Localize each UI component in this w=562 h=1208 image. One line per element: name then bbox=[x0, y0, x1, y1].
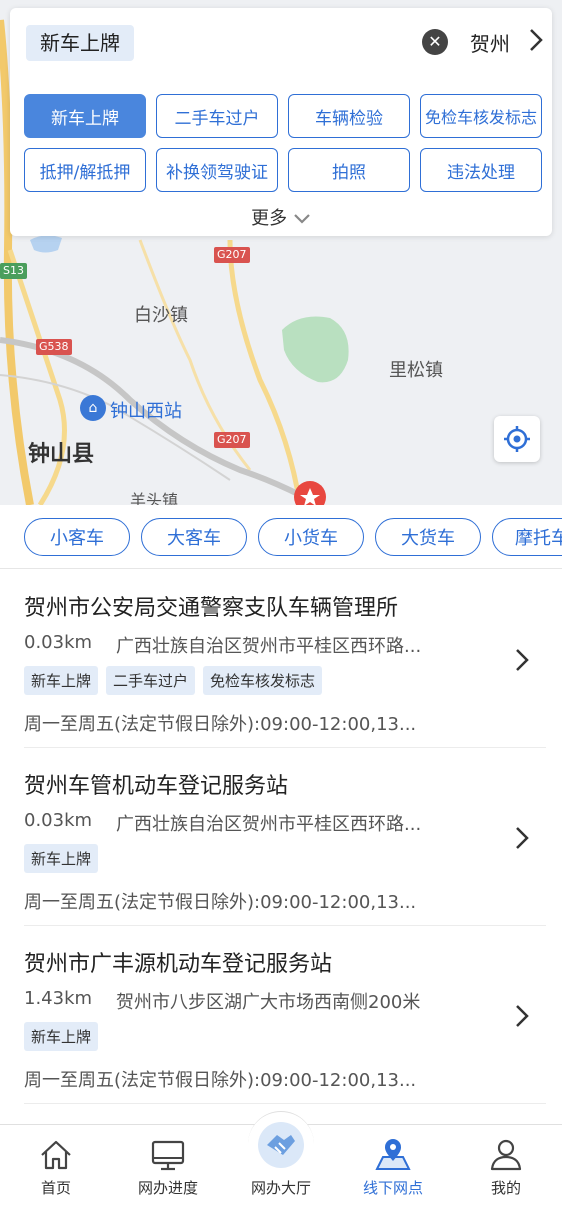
point-hours: 周一至周五(法定节假日除外):09:00-12:00,13... bbox=[24, 714, 417, 735]
list-item[interactable]: 贺州市广丰源机动车登记服务站 1.43km 贺州市八步区湖广大市场西南侧200米… bbox=[24, 926, 546, 1104]
list-item[interactable]: 贺州市公安局交通警察支队车辆管理所 0.03km 广西壮族自治区贺州市平桂区西环… bbox=[24, 570, 546, 748]
point-hours: 周一至周五(法定节假日除外):09:00-12:00,13... bbox=[24, 892, 417, 913]
service-button-photo[interactable]: 拍照 bbox=[288, 148, 410, 192]
point-tags: 新车上牌 bbox=[24, 1022, 99, 1051]
service-panel: 新车上牌 ✕ 贺州 新车上牌 二手车过户 车辆检验 免检车核发标志 抵押/解抵押… bbox=[10, 8, 552, 236]
service-tag: 二手车过户 bbox=[106, 666, 196, 695]
train-station-icon: ⌂ bbox=[80, 395, 106, 421]
point-name: 贺州市公安局交通警察支队车辆管理所 bbox=[24, 596, 399, 621]
monitor-icon bbox=[151, 1140, 185, 1171]
nav-label: 线下网点 bbox=[362, 1179, 423, 1197]
point-name: 贺州市广丰源机动车登记服务站 bbox=[24, 952, 333, 977]
nav-label: 网办大厅 bbox=[250, 1179, 311, 1197]
chip-large-truck[interactable]: 大货车 bbox=[375, 518, 481, 556]
point-name: 贺州车管机动车登记服务站 bbox=[24, 774, 289, 799]
point-distance: 0.03km bbox=[24, 632, 93, 653]
list-item[interactable]: 贺州车管机动车登记服务站 0.03km 广西壮族自治区贺州市平桂区西环路... … bbox=[24, 748, 546, 926]
nav-label: 网办进度 bbox=[137, 1179, 198, 1197]
service-tag: 免检车核发标志 bbox=[203, 666, 323, 695]
more-label: 更多 bbox=[251, 208, 288, 229]
road-badge-g207: G207 bbox=[214, 432, 250, 448]
service-tag: 新车上牌 bbox=[24, 1022, 99, 1051]
service-button-used-car-transfer[interactable]: 二手车过户 bbox=[156, 94, 278, 138]
point-tags: 新车上牌 bbox=[24, 844, 99, 873]
service-tag: 新车上牌 bbox=[24, 666, 99, 695]
chevron-right-icon bbox=[516, 649, 529, 671]
nav-progress[interactable]: 网办进度 bbox=[112, 1125, 224, 1208]
map-label-baisha: 白沙镇 bbox=[134, 305, 188, 326]
service-button-license-renewal[interactable]: 补换领驾驶证 bbox=[156, 148, 278, 192]
crosshair-icon bbox=[504, 426, 530, 452]
clear-icon[interactable]: ✕ bbox=[422, 29, 448, 55]
home-icon bbox=[41, 1140, 71, 1170]
road-badge-s13: S13 bbox=[0, 263, 27, 279]
handshake-icon bbox=[258, 1122, 304, 1168]
chip-small-truck[interactable]: 小货车 bbox=[258, 518, 364, 556]
map-label-yangtou: 羊头镇 bbox=[130, 491, 179, 505]
chevron-right-icon bbox=[516, 827, 529, 849]
map-label-zhongshan-west: 钟山西站 bbox=[110, 401, 182, 422]
point-hours: 周一至周五(法定节假日除外):09:00-12:00,13... bbox=[24, 1070, 417, 1091]
chevron-right-icon bbox=[516, 1005, 529, 1027]
chip-small-bus[interactable]: 小客车 bbox=[24, 518, 130, 556]
nav-mine[interactable]: 我的 bbox=[450, 1125, 562, 1208]
chevron-right-icon[interactable] bbox=[528, 26, 544, 54]
more-button[interactable]: 更多 bbox=[10, 204, 552, 230]
vehicle-type-filter: 小客车 大客车 小货车 大货车 摩托车 bbox=[0, 505, 562, 569]
chevron-down-icon bbox=[294, 214, 310, 224]
road-badge-g538: G538 bbox=[36, 339, 72, 355]
nav-online-hall[interactable]: 网办大厅 bbox=[225, 1122, 337, 1208]
nav-label: 首页 bbox=[40, 1179, 71, 1197]
locate-button[interactable] bbox=[494, 416, 540, 462]
selected-service-field[interactable]: 新车上牌 bbox=[26, 25, 134, 61]
service-point-list: 贺州市公安局交通警察支队车辆管理所 0.03km 广西壮族自治区贺州市平桂区西环… bbox=[0, 570, 562, 1104]
service-button-vehicle-inspection[interactable]: 车辆检验 bbox=[288, 94, 410, 138]
bottom-navigation: 首页 网办进度 网办大厅 线下网点 我的 bbox=[0, 1111, 562, 1208]
point-distance: 1.43km bbox=[24, 988, 93, 1009]
map-label-zhongshan-county: 钟山县 bbox=[28, 442, 95, 467]
point-tags: 新车上牌 二手车过户 免检车核发标志 bbox=[24, 666, 323, 695]
service-button-exempt-sticker[interactable]: 免检车核发标志 bbox=[420, 94, 542, 138]
user-icon bbox=[490, 1139, 522, 1171]
service-grid: 新车上牌 二手车过户 车辆检验 免检车核发标志 抵押/解抵押 补换领驾驶证 拍照… bbox=[24, 94, 542, 192]
nav-offline-points[interactable]: 线下网点 bbox=[337, 1125, 449, 1208]
service-button-mortgage[interactable]: 抵押/解抵押 bbox=[24, 148, 146, 192]
map-label-lisong: 里松镇 bbox=[389, 360, 443, 381]
road-badge-g207: G207 bbox=[214, 247, 250, 263]
point-address: 广西壮族自治区贺州市平桂区西环路... bbox=[116, 814, 422, 835]
service-button-new-car[interactable]: 新车上牌 bbox=[24, 94, 146, 138]
map-pin-icon bbox=[375, 1139, 411, 1170]
service-tag: 新车上牌 bbox=[24, 844, 99, 873]
point-address: 贺州市八步区湖广大市场西南侧200米 bbox=[116, 992, 421, 1013]
service-button-violation[interactable]: 违法处理 bbox=[420, 148, 542, 192]
city-selector[interactable]: 贺州 bbox=[470, 28, 510, 57]
point-distance: 0.03km bbox=[24, 810, 93, 831]
nav-label: 我的 bbox=[490, 1179, 521, 1197]
point-address: 广西壮族自治区贺州市平桂区西环路... bbox=[116, 636, 422, 657]
nav-home[interactable]: 首页 bbox=[0, 1125, 112, 1208]
chip-large-bus[interactable]: 大客车 bbox=[141, 518, 247, 556]
chip-motorcycle[interactable]: 摩托车 bbox=[492, 518, 562, 556]
